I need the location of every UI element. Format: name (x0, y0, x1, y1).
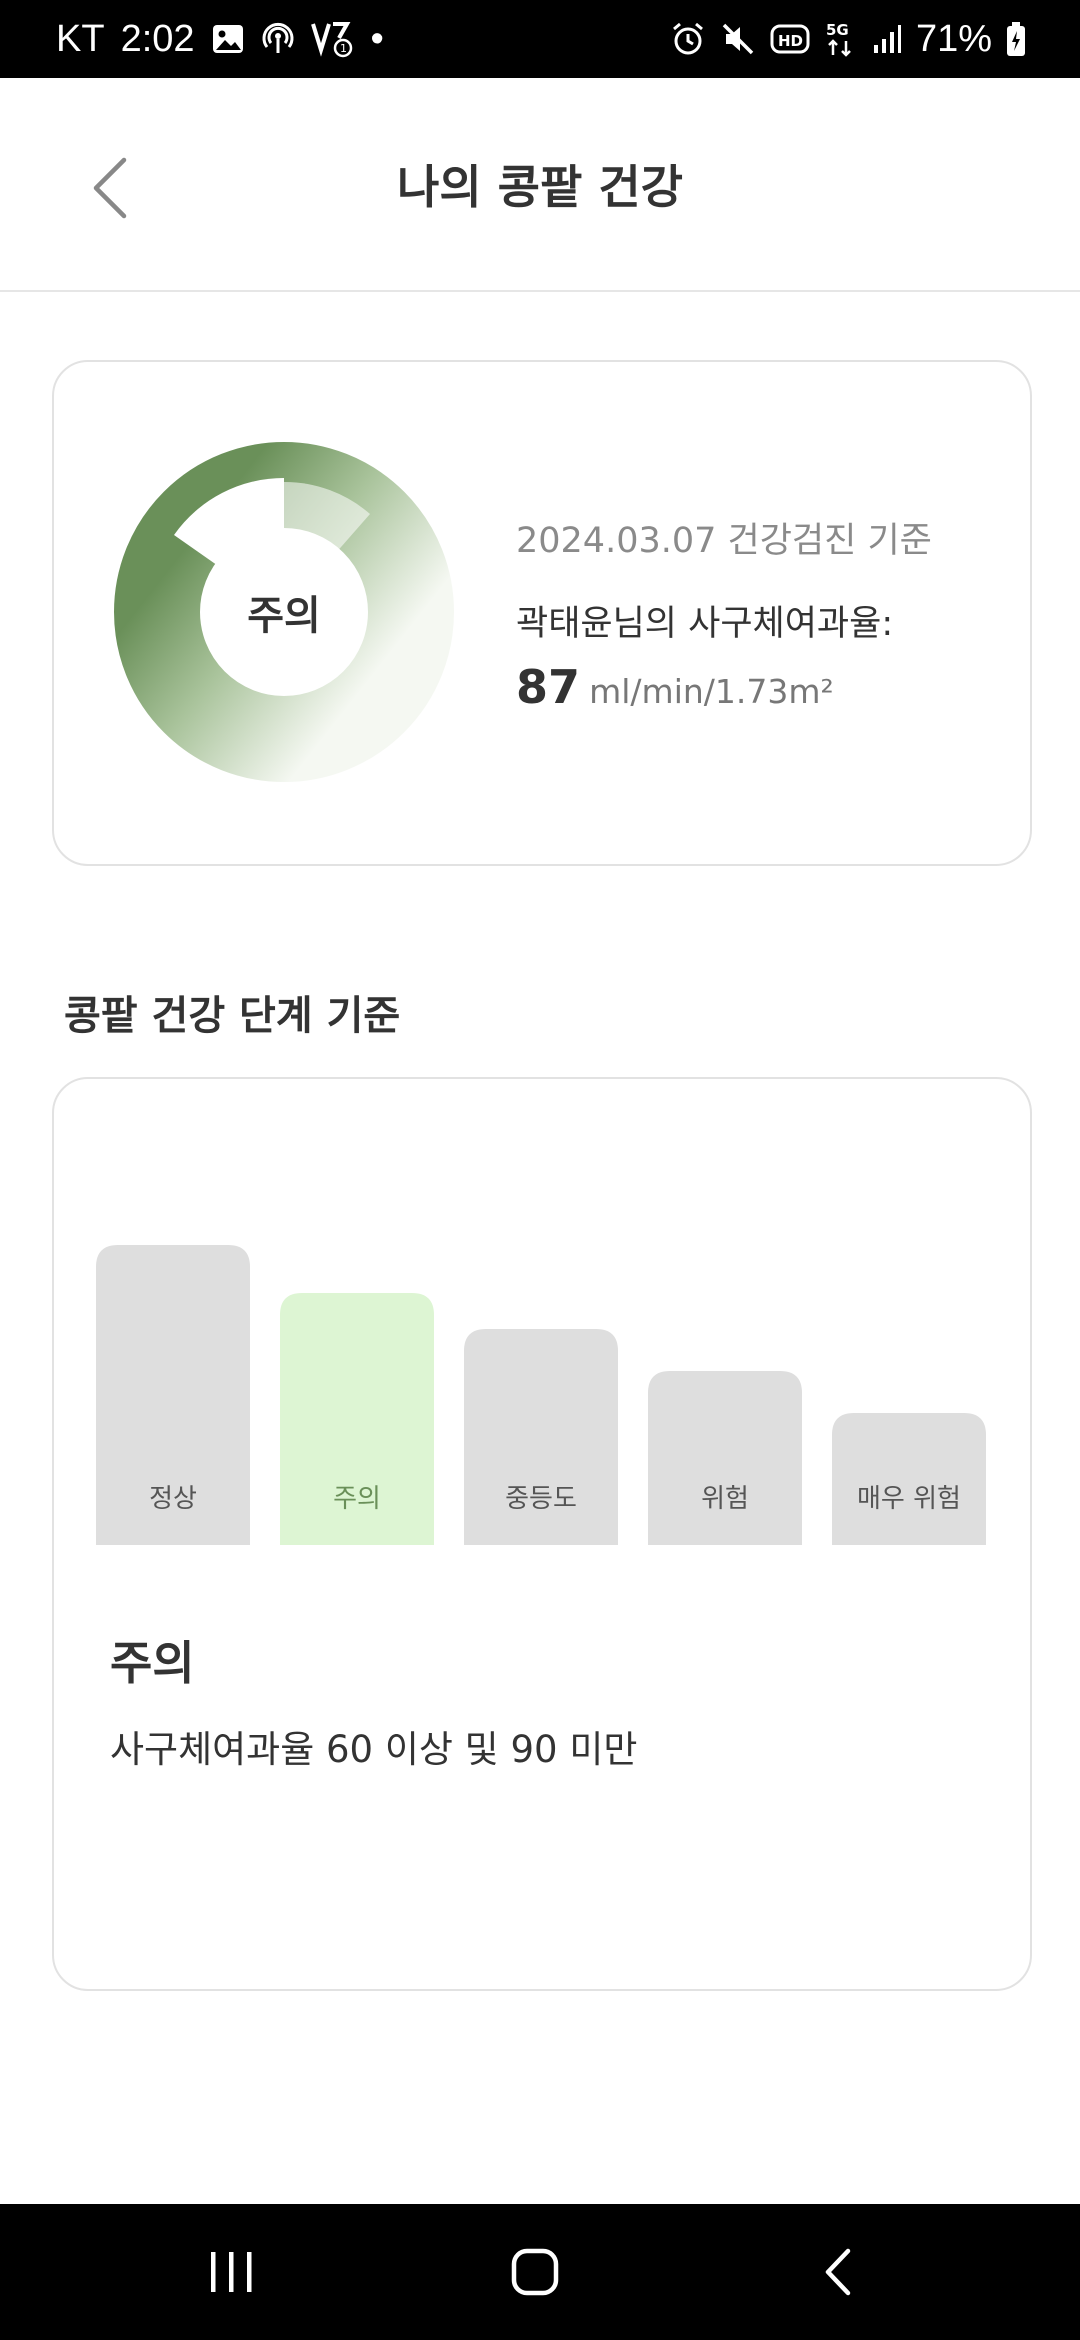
page-title: 나의 콩팥 건강 (397, 160, 683, 214)
gfr-value: 87 (516, 660, 581, 714)
stage-bar-4[interactable] (648, 1371, 802, 1545)
carrier-label: KT (56, 17, 105, 60)
signal-icon (872, 19, 902, 59)
donut-stage-label: 주의 (247, 593, 321, 639)
alarm-icon (670, 19, 706, 59)
chevron-left-icon (93, 157, 127, 219)
stage-bar-label: 위험 (701, 1484, 749, 1514)
clock: 2:02 (120, 17, 195, 60)
selected-stage-description: 사구체여과율 60 이상 및 90 미만 (110, 1728, 638, 1771)
mute-icon (720, 19, 756, 59)
back-nav-button[interactable] (758, 2204, 918, 2340)
stage-bar-5[interactable] (832, 1413, 986, 1545)
battery-percent: 71% (915, 17, 992, 60)
hd-icon: HD (770, 19, 810, 59)
stage-bar-label: 중등도 (505, 1484, 577, 1514)
kidney-summary-card: 주의 2024.03.07 건강검진 기준 곽태윤님의 사구체여과율: 87 m… (52, 360, 1032, 866)
stage-bar-label: 주의 (333, 1484, 381, 1514)
app-bar: 나의 콩팥 건강 (0, 78, 1080, 292)
network-5g-icon: 5G (824, 19, 858, 59)
gallery-icon (211, 19, 245, 59)
stage-bar-label: 매우 위험 (857, 1484, 961, 1514)
back-nav-icon (825, 2248, 851, 2296)
stage-criteria-card: 정상 주의 중등도 위험 매우 위험 주의 사구체여과율 60 이상 및 90 미만 (52, 1077, 1032, 1991)
volte-icon: 1 (310, 19, 355, 59)
status-bar: KT 2:02 1 • HD 5G 71% (0, 0, 1080, 78)
gfr-label: 곽태윤님의 사구체여과율: (516, 604, 894, 644)
home-button[interactable] (455, 2204, 615, 2340)
gfr-unit: ml/min/1.73m² (589, 672, 834, 711)
stage-bar-label: 정상 (149, 1484, 197, 1514)
back-button[interactable] (80, 148, 140, 228)
battery-icon (1006, 19, 1026, 59)
svg-text:1: 1 (340, 42, 347, 55)
recent-apps-icon (211, 2252, 252, 2292)
svg-text:5G: 5G (826, 21, 849, 39)
checkup-date: 2024.03.07 건강검진 기준 (516, 521, 932, 561)
hotspot-icon (261, 19, 295, 59)
notification-dot: • (370, 17, 384, 60)
home-icon (511, 2248, 559, 2296)
svg-text:HD: HD (778, 32, 803, 50)
stage-donut-chart: 주의 (114, 442, 454, 782)
selected-stage-name: 주의 (110, 1636, 195, 1690)
navigation-bar (0, 2204, 1080, 2340)
stage-bar-chart: 정상 주의 중등도 위험 매우 위험 (96, 1245, 986, 1545)
recent-apps-button[interactable] (152, 2204, 312, 2340)
criteria-section-title: 콩팥 건강 단계 기준 (64, 993, 401, 1039)
